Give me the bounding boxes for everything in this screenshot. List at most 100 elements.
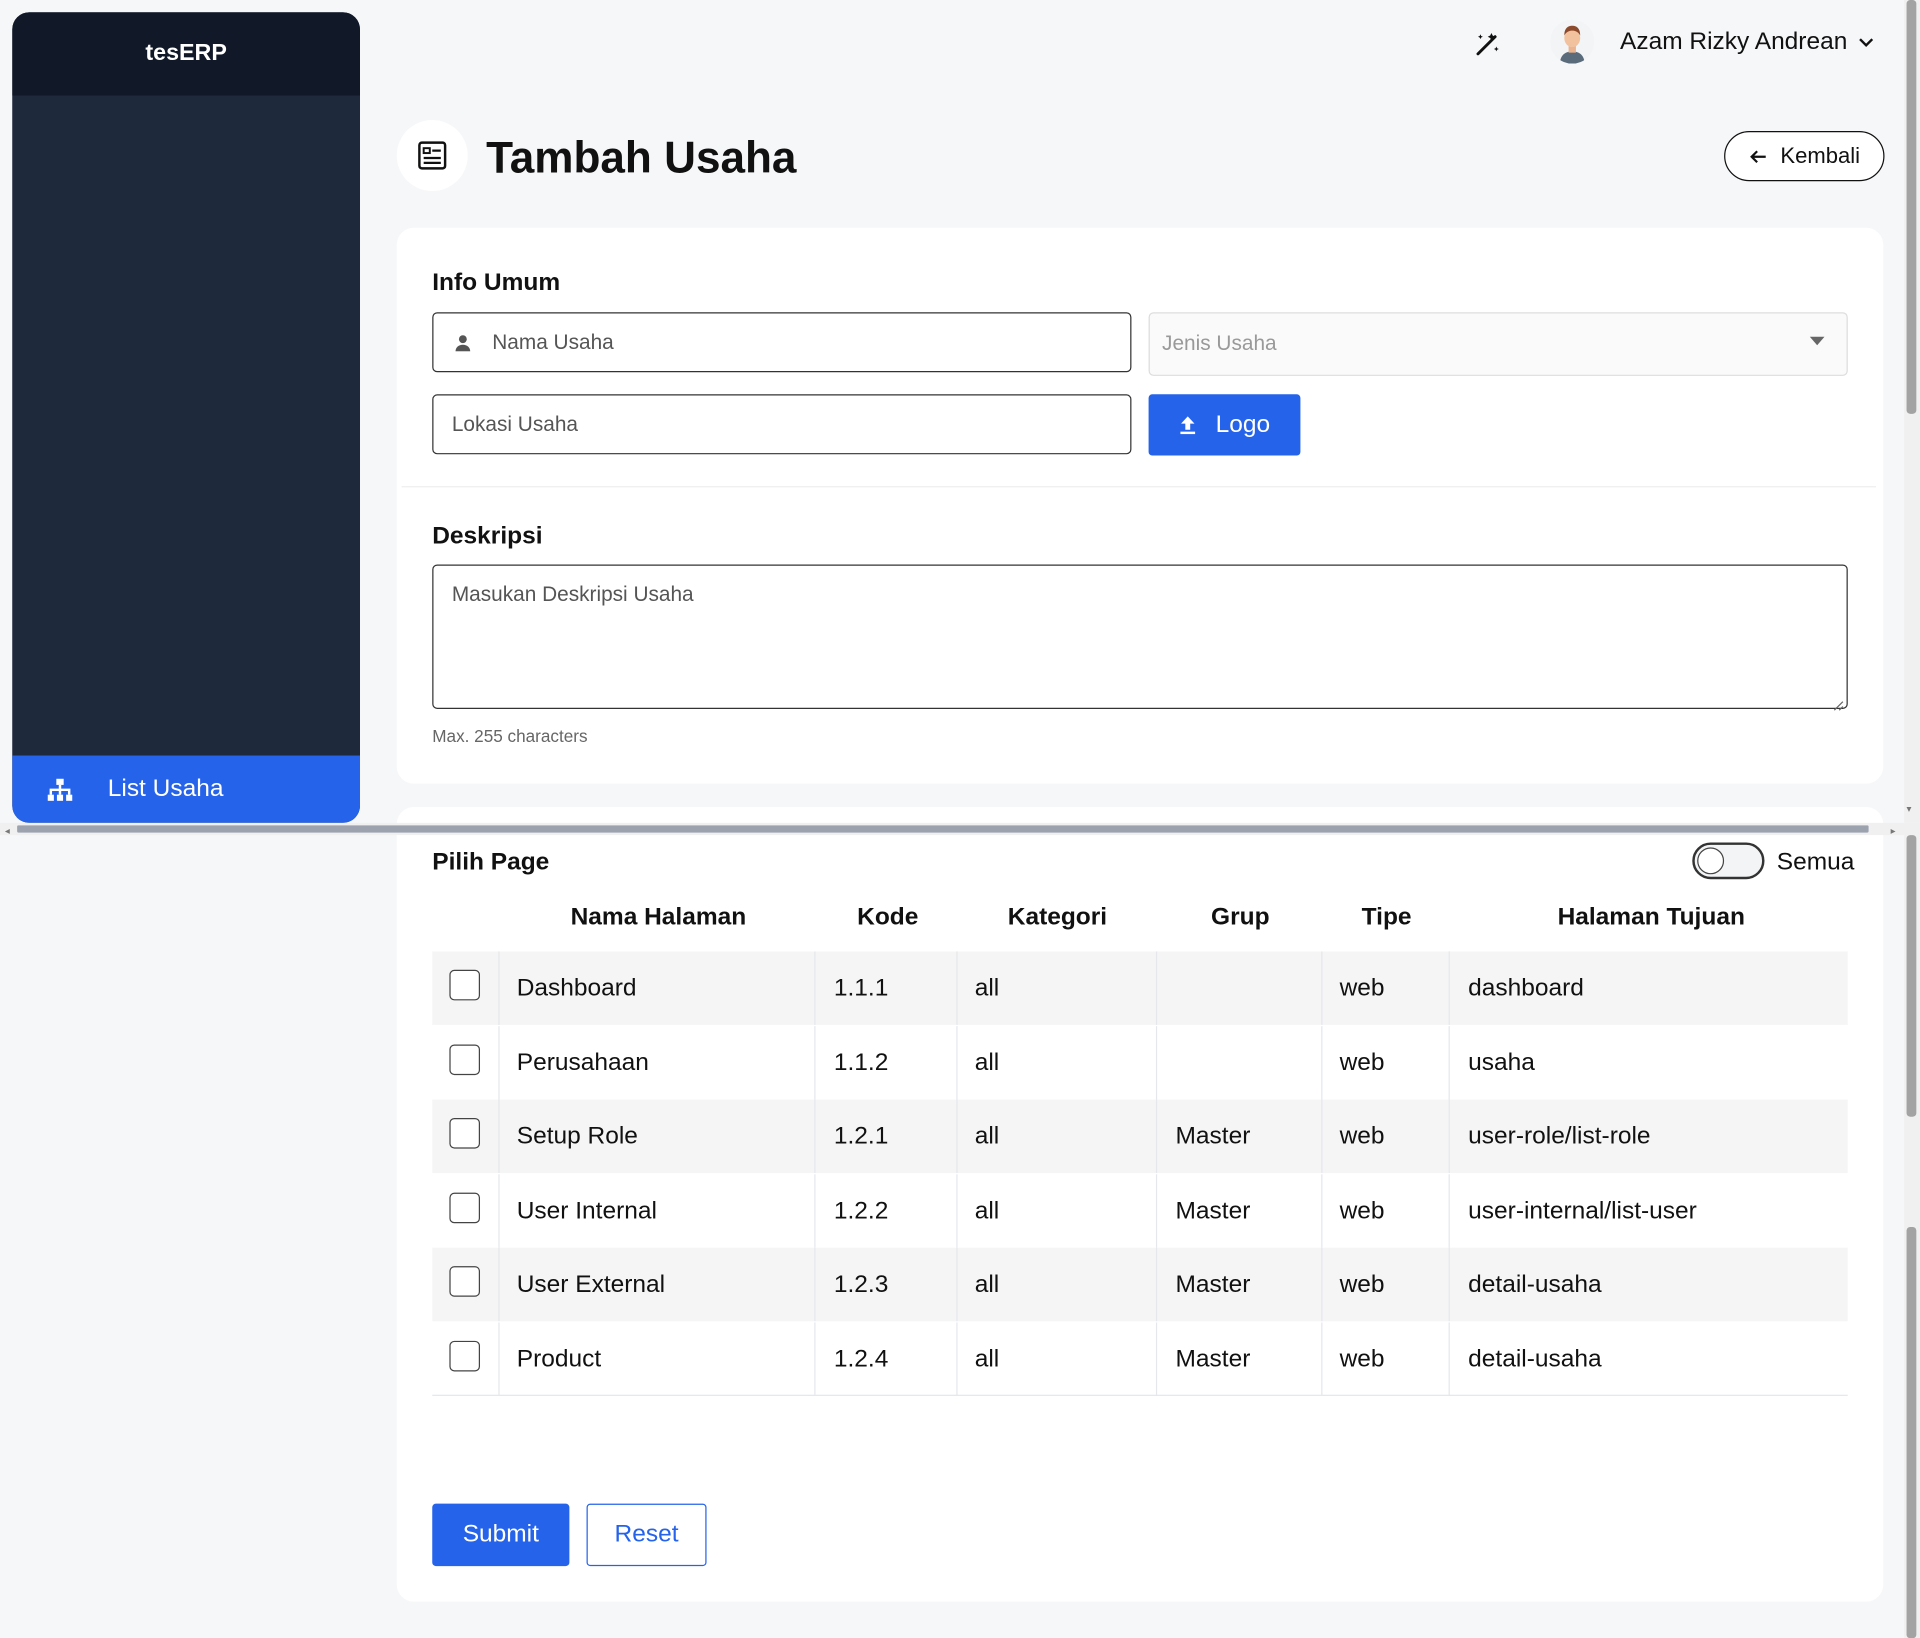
reset-button[interactable]: Reset bbox=[586, 1503, 707, 1567]
column-divider bbox=[956, 1173, 958, 1248]
jenis-usaha-placeholder: Jenis Usaha bbox=[1162, 331, 1277, 356]
deskripsi-placeholder: Masukan Deskripsi Usaha bbox=[451, 582, 694, 607]
toggle-knob bbox=[1697, 847, 1725, 875]
cell-kode: 1.1.2 bbox=[833, 1048, 889, 1076]
pilih-page-heading: Pilih Page bbox=[432, 848, 550, 876]
lokasi-usaha-input[interactable]: Lokasi Usaha bbox=[432, 394, 1132, 455]
upload-logo-button[interactable]: Logo bbox=[1148, 394, 1301, 456]
sidebar-item-list-usaha[interactable]: List Usaha bbox=[12, 755, 361, 823]
sidebar: tesERP List Usaha bbox=[12, 12, 361, 823]
lokasi-usaha-placeholder: Lokasi Usaha bbox=[451, 412, 578, 436]
cell-tipe: web bbox=[1339, 974, 1385, 1002]
cell-halaman-tujuan: detail-usaha bbox=[1468, 1345, 1602, 1373]
cell-nama-halaman: Perusahaan bbox=[516, 1048, 649, 1076]
deskripsi-textarea[interactable]: Masukan Deskripsi Usaha bbox=[432, 564, 1848, 711]
table-row: User Internal 1.2.2 all Master web user-inter… bbox=[432, 1173, 1848, 1248]
chevron-down-icon[interactable] bbox=[1856, 32, 1876, 52]
col-halaman-tujuan: Halaman Tujuan bbox=[1557, 903, 1745, 931]
avatar[interactable] bbox=[1550, 19, 1595, 64]
page-title: Tambah Usaha bbox=[486, 132, 797, 183]
sitemap-icon bbox=[47, 776, 74, 803]
cell-kategori: all bbox=[974, 1122, 1000, 1150]
cell-halaman-tujuan: user-internal/list-user bbox=[1468, 1196, 1697, 1224]
cell-nama-halaman: Product bbox=[516, 1345, 602, 1373]
column-divider bbox=[956, 1321, 958, 1396]
column-divider bbox=[1321, 1173, 1323, 1248]
cell-tipe: web bbox=[1339, 1122, 1385, 1150]
cell-grup: Master bbox=[1175, 1345, 1251, 1373]
cell-kategori: all bbox=[974, 1196, 1000, 1224]
vertical-scroll-thumb-lower[interactable] bbox=[1906, 1226, 1917, 1638]
column-divider bbox=[1448, 951, 1450, 1025]
column-divider bbox=[1321, 951, 1323, 1025]
column-divider bbox=[1321, 1099, 1323, 1174]
cell-kode: 1.1.1 bbox=[833, 974, 889, 1002]
row-checkbox[interactable] bbox=[449, 1117, 481, 1149]
column-divider bbox=[1155, 1247, 1158, 1322]
resize-handle-icon[interactable] bbox=[1832, 693, 1844, 711]
magic-wand-icon[interactable] bbox=[1473, 29, 1502, 58]
row-checkbox[interactable] bbox=[449, 1266, 481, 1297]
column-divider bbox=[1448, 1025, 1450, 1099]
back-button-label: Kembali bbox=[1780, 143, 1861, 168]
cell-tipe: web bbox=[1339, 1271, 1385, 1298]
vertical-scroll-thumb-bottom[interactable] bbox=[1906, 835, 1917, 1117]
cell-halaman-tujuan: user-role/list-role bbox=[1468, 1122, 1651, 1150]
scroll-down-arrow-icon[interactable]: ▾ bbox=[1907, 803, 1912, 814]
divider bbox=[401, 486, 1876, 488]
column-divider bbox=[498, 1099, 500, 1174]
select-all-toggle[interactable] bbox=[1692, 842, 1765, 880]
horizontal-scrollbar[interactable]: ◂ ▸ bbox=[0, 822, 1920, 836]
column-divider bbox=[814, 1321, 816, 1396]
cell-nama-halaman: User Internal bbox=[516, 1196, 657, 1224]
upload-logo-label: Logo bbox=[1215, 410, 1271, 438]
cell-kode: 1.2.4 bbox=[833, 1345, 889, 1373]
column-divider bbox=[498, 951, 500, 1025]
cell-kode: 1.2.1 bbox=[833, 1122, 889, 1150]
column-divider bbox=[1155, 1173, 1158, 1248]
table-row: Dashboard 1.1.1 all web dashboard bbox=[432, 951, 1848, 1025]
column-divider bbox=[498, 1247, 500, 1322]
horizontal-scroll-thumb[interactable] bbox=[17, 825, 1869, 833]
cell-kode: 1.2.3 bbox=[833, 1271, 889, 1298]
column-divider bbox=[1448, 1173, 1450, 1248]
column-divider bbox=[1155, 1099, 1158, 1174]
column-divider bbox=[498, 1173, 500, 1248]
cell-nama-halaman: Dashboard bbox=[516, 974, 637, 1002]
table-row: User External 1.2.3 all Master web detail-usa… bbox=[432, 1247, 1848, 1322]
column-divider bbox=[956, 1099, 958, 1174]
cell-grup: Master bbox=[1175, 1196, 1251, 1224]
back-button[interactable]: Kembali bbox=[1724, 131, 1885, 182]
brand-logo[interactable]: tesERP bbox=[12, 12, 361, 96]
scroll-right-arrow-icon[interactable]: ▸ bbox=[1891, 825, 1896, 836]
row-checkbox[interactable] bbox=[449, 969, 481, 1001]
cell-kategori: all bbox=[974, 1048, 1000, 1076]
vertical-scroll-thumb-top[interactable] bbox=[1906, 0, 1917, 414]
user-name[interactable]: Azam Rizky Andrean bbox=[1620, 28, 1847, 56]
column-divider bbox=[1321, 1025, 1323, 1099]
column-divider bbox=[814, 1099, 816, 1174]
column-divider bbox=[1155, 1321, 1158, 1396]
cell-kategori: all bbox=[974, 974, 1000, 1002]
jenis-usaha-select[interactable]: Jenis Usaha bbox=[1148, 312, 1848, 376]
cell-nama-halaman: Setup Role bbox=[516, 1122, 638, 1150]
cell-halaman-tujuan: usaha bbox=[1468, 1048, 1535, 1076]
cell-tipe: web bbox=[1339, 1196, 1385, 1224]
cell-halaman-tujuan: dashboard bbox=[1468, 974, 1584, 1002]
nama-usaha-input[interactable]: Nama Usaha bbox=[432, 312, 1132, 373]
col-kategori: Kategori bbox=[1007, 903, 1108, 931]
col-nama-halaman: Nama Halaman bbox=[570, 903, 747, 931]
column-divider bbox=[814, 1173, 816, 1248]
row-checkbox[interactable] bbox=[449, 1340, 481, 1371]
cell-kategori: all bbox=[974, 1345, 1000, 1373]
row-checkbox[interactable] bbox=[449, 1192, 481, 1223]
column-divider bbox=[498, 1321, 500, 1396]
nama-usaha-placeholder: Nama Usaha bbox=[492, 330, 614, 354]
column-divider bbox=[1155, 1025, 1158, 1099]
submit-button[interactable]: Submit bbox=[432, 1503, 570, 1567]
select-all-label: Semua bbox=[1776, 848, 1855, 876]
row-checkbox[interactable] bbox=[449, 1043, 481, 1075]
arrow-left-icon bbox=[1749, 146, 1769, 166]
deskripsi-heading: Deskripsi bbox=[432, 522, 543, 550]
scroll-left-arrow-icon[interactable]: ◂ bbox=[5, 825, 10, 836]
